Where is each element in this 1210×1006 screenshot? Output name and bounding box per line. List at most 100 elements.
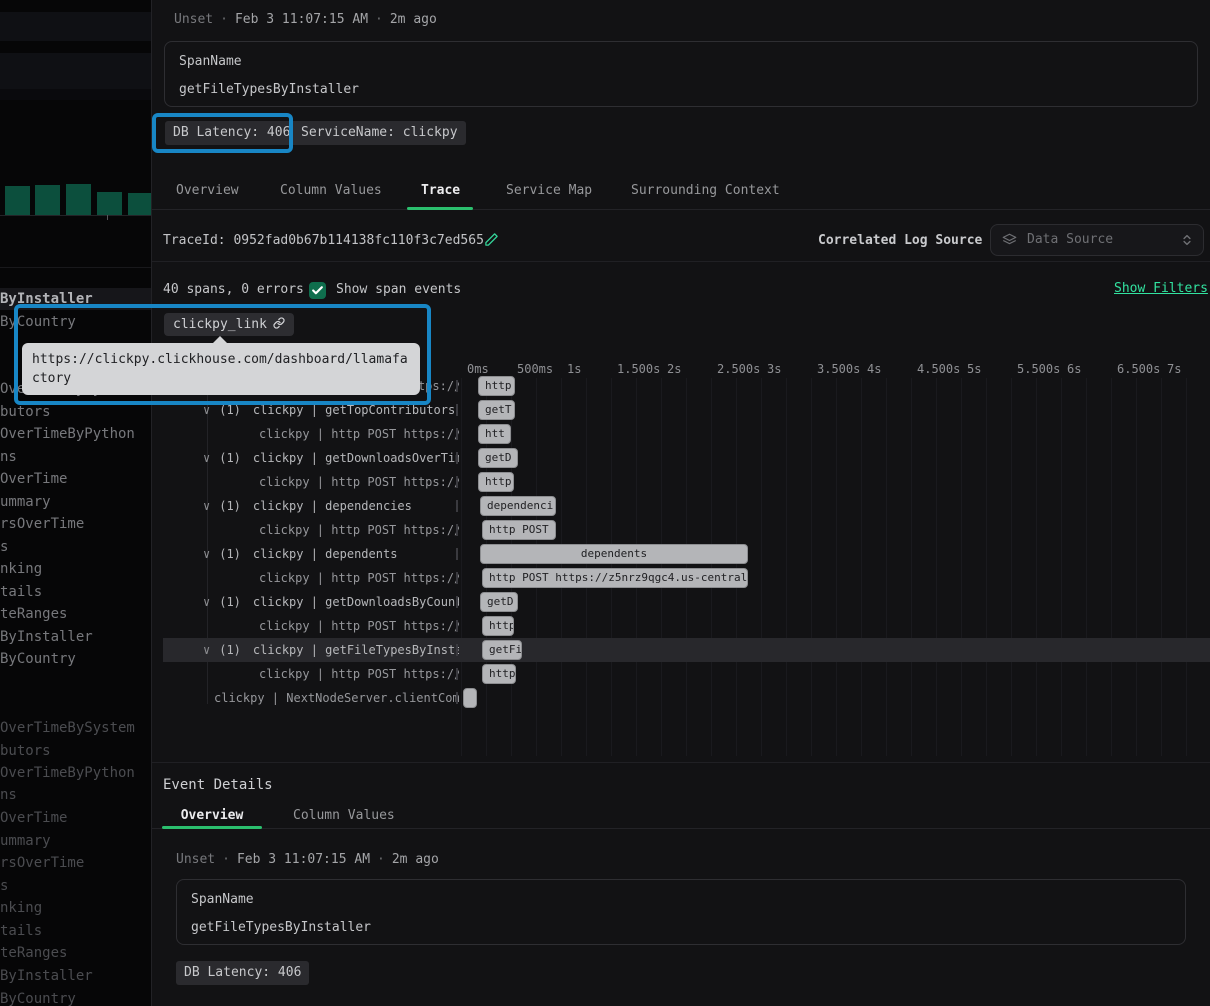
span-row[interactable]: ∨(1)clickpy | dependents dependents [163, 542, 1210, 566]
span-duration-bar[interactable]: dependenci [480, 496, 556, 516]
span-row-label: clickpy | http POST https://z5nrz [163, 518, 459, 542]
span-row-label: clickpy | http POST https://z5nrz [163, 422, 459, 446]
span-row-label: ∨(1)clickpy | dependents [163, 542, 459, 566]
correlated-log-source-label: Correlated Log Source [818, 233, 982, 248]
span-duration-bar[interactable]: http [478, 376, 515, 396]
trace-id: TraceId: 0952fad0b67b114138fc110f3c7ed56… [163, 233, 484, 248]
spans-summary: 40 spans, 0 errors [163, 282, 304, 297]
span-duration-bar[interactable]: http [482, 664, 516, 684]
span-name-card: SpanName getFileTypesByInstaller [164, 41, 1198, 107]
span-row-label: ∨(1)clickpy | getDownloadsByCountry [163, 590, 459, 614]
show-span-events-checkbox[interactable] [309, 282, 326, 299]
separator-dot: · [213, 12, 235, 27]
span-child-count: (1) [219, 499, 253, 513]
span-name-text: clickpy | http POST https://z5nrz [259, 619, 459, 633]
span-row-label: clickpy | http POST https://z5nrz [163, 662, 459, 686]
show-filters-link[interactable]: Show Filters [1114, 281, 1208, 296]
span-name-text: clickpy | getDownloadsOverTimeByS [253, 451, 459, 465]
event-meta: Unset·Feb 3 11:07:15 AM·2m ago [174, 12, 437, 27]
show-span-events-label[interactable]: Show span events [336, 282, 461, 297]
drawer-content: Unset·Feb 3 11:07:15 AM·2m ago SpanName … [0, 0, 1210, 1006]
span-event-tick [456, 380, 458, 392]
span-duration-bar[interactable]: dependents [480, 544, 748, 564]
clickpy-link-chip[interactable]: clickpy_link [164, 313, 294, 336]
span-name-text: clickpy | NextNodeServer.clientCompone [214, 691, 459, 705]
span-name-text: clickpy | http POST https://z5nrz [259, 523, 459, 537]
divider [152, 762, 1210, 763]
active-tab-underline [162, 826, 262, 829]
span-duration-bar[interactable]: http [478, 472, 514, 492]
span-name-value: getFileTypesByInstaller [179, 82, 359, 97]
span-row-label: ∨(1)clickpy | getDownloadsOverTimeByS [163, 446, 459, 470]
span-name-card: SpanName getFileTypesByInstaller [176, 879, 1186, 945]
span-row-label: ∨(1)clickpy | dependencies [163, 494, 459, 518]
span-row[interactable]: clickpy | http POST https://z5nrz http PO… [163, 566, 1210, 590]
span-name-text: clickpy | getTopContributors [253, 403, 455, 417]
span-event-tick [456, 500, 458, 512]
span-row-label: clickpy | NextNodeServer.clientCompone [163, 686, 459, 710]
tab-column-values[interactable]: Column Values [293, 808, 395, 823]
span-row[interactable]: clickpy | http POST https://z5nrz http PO… [163, 518, 1210, 542]
span-duration-bar[interactable]: getD [478, 448, 518, 468]
span-name-text: clickpy | http POST https://z5nrz [259, 475, 459, 489]
tab-overview[interactable]: Overview [162, 808, 262, 823]
span-child-count: (1) [219, 547, 253, 561]
span-row[interactable]: clickpy | http POST https://z5nrz htt [163, 422, 1210, 446]
span-duration-bar[interactable]: http POST https://z5nrz9qgc4.us-central [482, 568, 748, 588]
data-source-select[interactable]: Data Source [990, 224, 1204, 256]
tab-surrounding-context[interactable]: Surrounding Context [631, 183, 780, 198]
link-url: https://clickpy.clickhouse.com/dashboard… [32, 350, 410, 388]
span-child-count: (1) [219, 403, 253, 417]
chevron-down-icon[interactable]: ∨ [203, 643, 219, 657]
app-root: 10:58:30 AM ByInstallerByCountryOverTime… [0, 0, 1210, 1006]
span-row-label: clickpy | http POST https://z5nrz [163, 566, 459, 590]
span-event-tick [456, 548, 458, 560]
span-child-count: (1) [219, 451, 253, 465]
span-name-text: clickpy | http POST https://z5nrz [259, 667, 459, 681]
db-latency-tag[interactable]: DB Latency: 406 [176, 961, 309, 985]
span-event-tick [456, 452, 458, 464]
span-duration-bar[interactable]: http [482, 616, 514, 636]
chevron-down-icon[interactable]: ∨ [203, 595, 219, 609]
span-row[interactable]: ∨(1)clickpy | getDownloadsByCountry getD [163, 590, 1210, 614]
span-row[interactable]: ∨(1)clickpy | getFileTypesByInstallerget… [163, 638, 1210, 662]
span-name-label: SpanName [179, 54, 242, 69]
span-event-tick [456, 428, 458, 440]
tabs-divider [152, 209, 1210, 210]
span-duration-bar[interactable] [463, 688, 477, 708]
event-timestamp: Feb 3 11:07:15 AM [237, 852, 370, 867]
divider [152, 261, 1210, 262]
tabs-divider [152, 828, 1210, 829]
span-row[interactable]: clickpy | http POST https://z5nrz http [163, 470, 1210, 494]
data-source-placeholder: Data Source [1027, 232, 1113, 247]
span-duration-bar[interactable]: getD [480, 592, 518, 612]
tab-column-values[interactable]: Column Values [280, 183, 382, 198]
tab-service-map[interactable]: Service Map [506, 183, 592, 198]
chevron-down-icon[interactable]: ∨ [203, 547, 219, 561]
layers-icon [1002, 233, 1017, 248]
active-tab-underline [407, 207, 473, 210]
span-row[interactable]: clickpy | NextNodeServer.clientCompone [163, 686, 1210, 710]
chevron-down-icon[interactable]: ∨ [203, 499, 219, 513]
span-event-tick [456, 404, 458, 416]
span-row[interactable]: clickpy | http POST https://z5nrz http [163, 614, 1210, 638]
span-row-label: clickpy | http POST https://z5nrz [163, 470, 459, 494]
span-duration-bar[interactable]: getFi [482, 640, 522, 660]
tab-overview[interactable]: Overview [176, 183, 239, 198]
event-timestamp: Feb 3 11:07:15 AM [235, 12, 368, 27]
chevron-down-icon[interactable]: ∨ [203, 451, 219, 465]
span-duration-bar[interactable]: getT [478, 400, 515, 420]
span-duration-bar[interactable]: htt [478, 424, 511, 444]
span-row[interactable]: clickpy | http POST https://z5nrz http [163, 662, 1210, 686]
db-latency-highlight-box [152, 113, 293, 153]
span-duration-bar[interactable]: http POST [482, 520, 556, 540]
span-row[interactable]: ∨(1)clickpy | dependencies dependenci [163, 494, 1210, 518]
span-event-tick [456, 620, 458, 632]
tab-trace[interactable]: Trace [421, 183, 460, 198]
clickpy-link-label: clickpy_link [173, 317, 267, 332]
service-name-tag[interactable]: ServiceName: clickpy [293, 121, 466, 145]
span-child-count: (1) [219, 643, 253, 657]
span-row[interactable]: ∨(1)clickpy | getDownloadsOverTimeByS get… [163, 446, 1210, 470]
chevron-down-icon[interactable]: ∨ [203, 403, 219, 417]
edit-trace-id-icon[interactable] [484, 232, 499, 247]
